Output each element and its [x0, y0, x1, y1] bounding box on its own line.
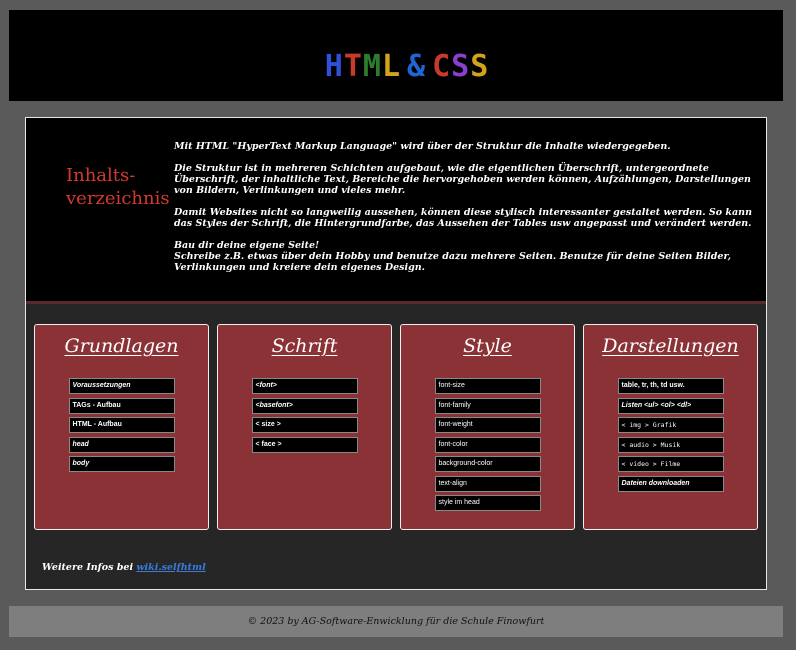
page-header: H T M L & C S S: [9, 10, 783, 101]
menu-item-background-color[interactable]: background-color: [434, 456, 541, 472]
menu-item-img-grafik[interactable]: < img > Grafik: [617, 417, 724, 433]
menu-item-dateien-downloaden[interactable]: Dateien downloaden: [617, 475, 724, 492]
logo-glyph: &: [407, 48, 427, 84]
site-logo[interactable]: H T M L & C S S: [322, 46, 492, 86]
intro-paragraph: Mit HTML "HyperText Markup Language" wir…: [174, 141, 671, 152]
intro-callout: Bau dir deine eigene Seite!: [174, 240, 320, 251]
menu-item-audio-musik[interactable]: < audio > Musik: [617, 436, 724, 453]
page-footer: © 2023 by AG-Software-Enwicklung für die…: [9, 606, 783, 637]
logo-glyph: M: [362, 48, 382, 84]
intro-paragraph: Die Struktur ist in mehreren Schichten a…: [174, 163, 751, 196]
menu-item-face[interactable]: < face >: [251, 436, 358, 453]
card-title[interactable]: Schrift: [218, 335, 391, 357]
menu-item-font-size[interactable]: font-size: [434, 378, 541, 394]
card-style: Style font-size font-family font-weight …: [400, 324, 575, 530]
card-title[interactable]: Darstellungen: [584, 335, 757, 357]
menu-item-font[interactable]: <font>: [251, 378, 358, 394]
footer-text: © 2023 by AG-Software-Enwicklung für die…: [247, 616, 545, 627]
menu-item-size[interactable]: < size >: [251, 417, 358, 433]
menu-item-font-family[interactable]: font-family: [434, 397, 541, 414]
more-info-label: Weitere Infos bei: [42, 562, 134, 573]
card-title[interactable]: Grundlagen: [35, 335, 208, 357]
menu-item-video-filme[interactable]: < video > Filme: [617, 456, 724, 472]
section-divider: [26, 301, 766, 304]
menu-item-table[interactable]: table, tr, th, td usw.: [617, 378, 724, 394]
intro-paragraph: Schreibe z.B. etwas über dein Hobby und …: [174, 251, 732, 273]
table-of-contents-title[interactable]: Inhalts-verzeichnis: [66, 164, 176, 210]
logo-glyph: H: [324, 48, 344, 84]
more-info: Weitere Infos bei wiki.selfhtml: [42, 562, 206, 573]
logo-glyph: T: [343, 48, 363, 84]
intro-section: Inhalts-verzeichnis Mit HTML "HyperText …: [26, 118, 766, 301]
intro-paragraph: Damit Websites nicht so langweilig ausse…: [174, 207, 752, 229]
card-menu: <font> <basefont> < size > < face >: [218, 378, 391, 456]
card-title[interactable]: Style: [401, 335, 574, 357]
menu-item-font-color[interactable]: font-color: [434, 436, 541, 453]
menu-item-html-aufbau[interactable]: HTML - Aufbau: [68, 417, 175, 433]
card-menu: font-size font-family font-weight font-c…: [401, 378, 574, 515]
menu-item-text-align[interactable]: text-align: [434, 475, 541, 492]
card-grundlagen: Grundlagen Voraussetzungen TAGs - Aufbau…: [34, 324, 209, 530]
card-darstellungen: Darstellungen table, tr, th, td usw. Lis…: [583, 324, 758, 530]
selfhtml-link[interactable]: wiki.selfhtml: [136, 562, 205, 573]
menu-item-tags-aufbau[interactable]: TAGs - Aufbau: [68, 397, 175, 414]
menu-item-basefont[interactable]: <basefont>: [251, 397, 358, 414]
menu-item-listen[interactable]: Listen <ul> <ol> <dl>: [617, 397, 724, 414]
logo-glyph: S: [451, 48, 471, 84]
card-menu: Voraussetzungen TAGs - Aufbau HTML - Auf…: [35, 378, 208, 476]
menu-item-head[interactable]: head: [68, 436, 175, 453]
menu-item-body[interactable]: body: [68, 456, 175, 472]
card-menu: table, tr, th, td usw. Listen <ul> <ol> …: [584, 378, 757, 495]
logo-glyph: S: [470, 48, 490, 84]
intro-text: Mit HTML "HyperText Markup Language" wir…: [174, 141, 754, 273]
logo-glyph: C: [432, 48, 452, 84]
logo-glyph: L: [381, 48, 401, 84]
menu-item-style-im-head[interactable]: style im head: [434, 495, 541, 511]
menu-item-font-weight[interactable]: font-weight: [434, 417, 541, 433]
menu-item-voraussetzungen[interactable]: Voraussetzungen: [68, 378, 175, 394]
intro-paragraph: Bau dir deine eigene Seite!: [174, 240, 754, 251]
main-container: Inhalts-verzeichnis Mit HTML "HyperText …: [25, 117, 767, 590]
card-schrift: Schrift <font> <basefont> < size > < fac…: [217, 324, 392, 530]
